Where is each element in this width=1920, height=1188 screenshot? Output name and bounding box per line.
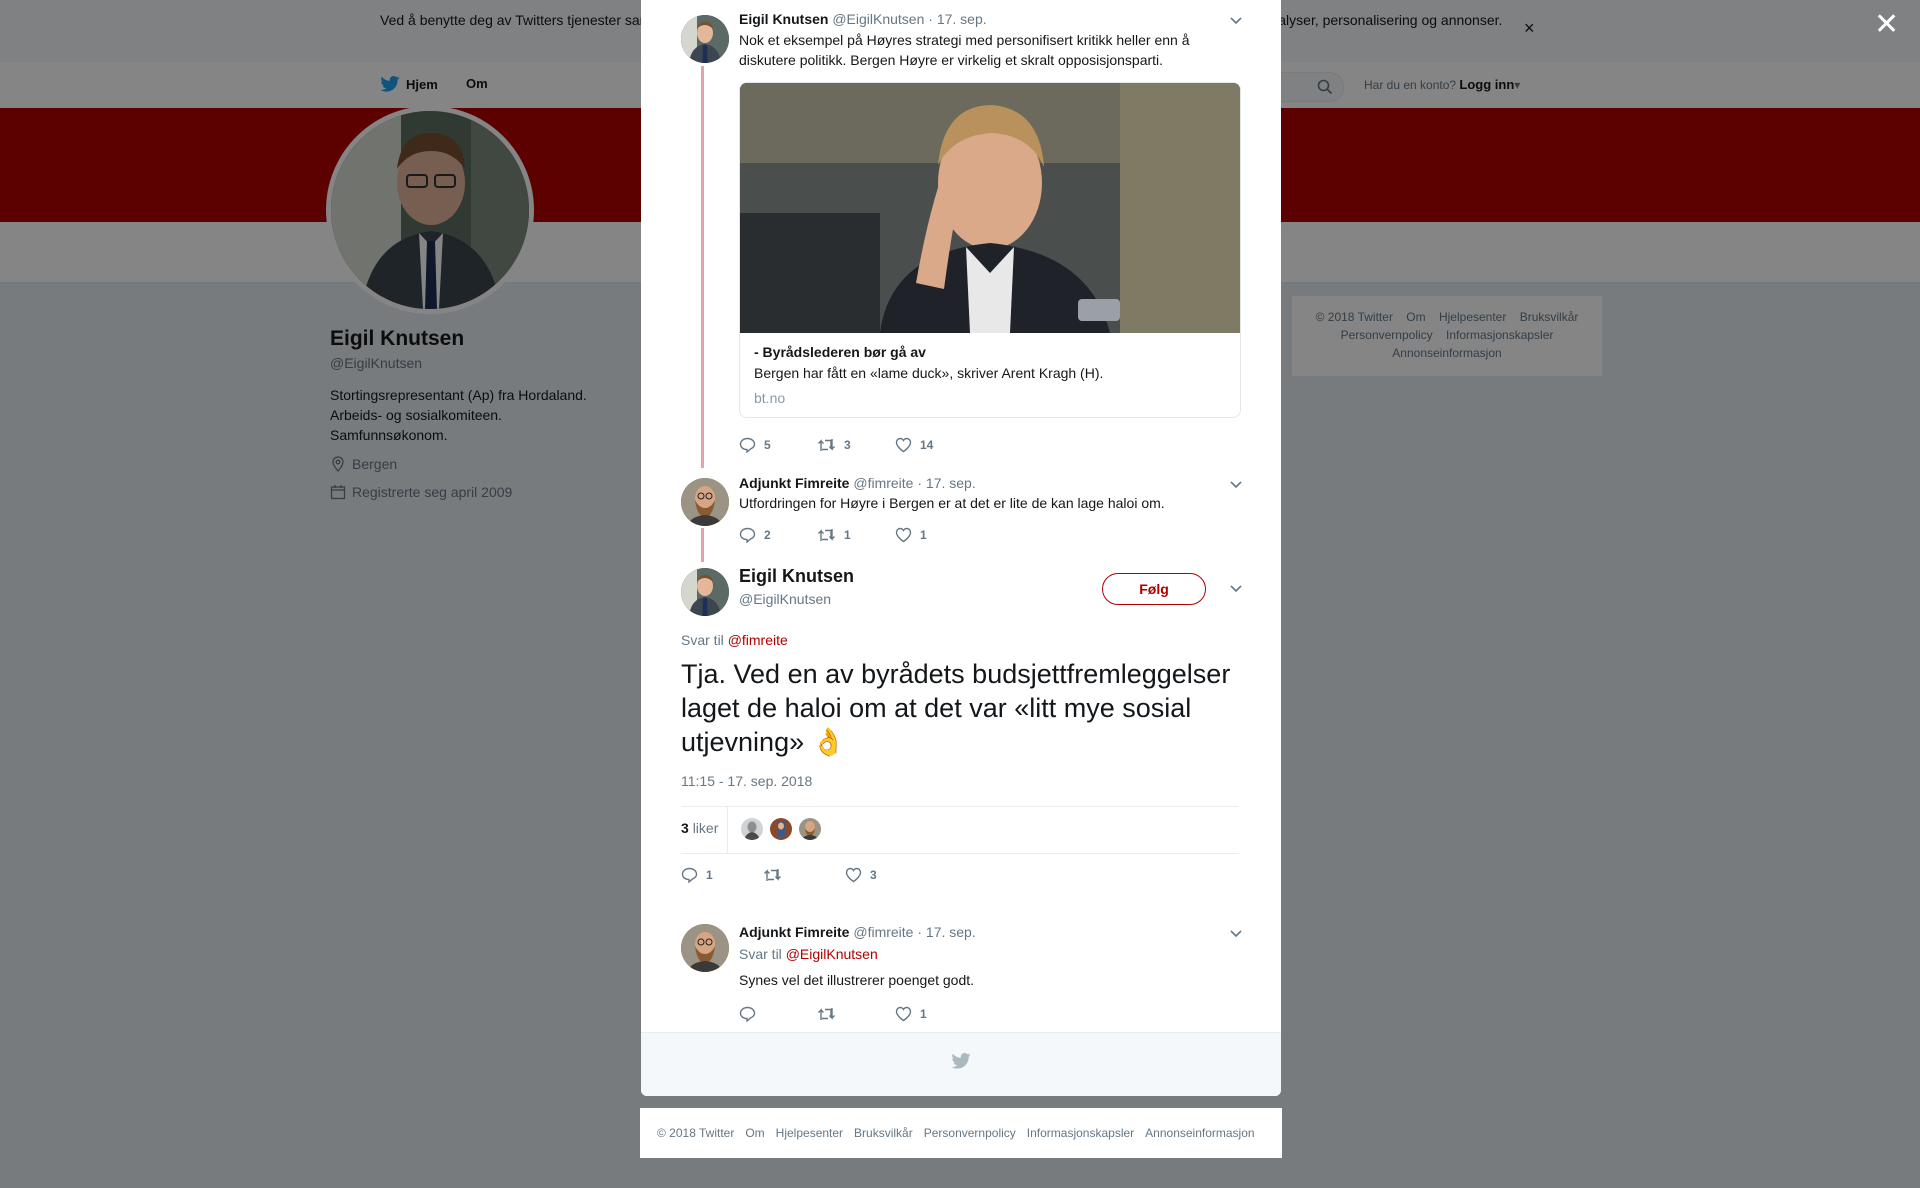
like-button[interactable]: 14: [895, 435, 973, 455]
heart-icon: [845, 867, 862, 883]
footer-link[interactable]: Annonseinformasjon: [1145, 1126, 1254, 1140]
footer-link[interactable]: Informasjonskapsler: [1027, 1126, 1134, 1140]
like-button[interactable]: 1: [895, 1004, 973, 1024]
chevron-down-icon[interactable]: [1229, 584, 1243, 594]
retweet-button[interactable]: [817, 1004, 895, 1024]
reply-count: 1: [706, 868, 713, 882]
tweet-header: Adjunkt Fimreite @fimreite · 17. sep.: [739, 924, 976, 940]
likes-number: 3: [681, 820, 689, 836]
liker-avatar[interactable]: [741, 818, 763, 840]
like-button[interactable]: 1: [895, 525, 973, 545]
reply-count: 5: [764, 438, 771, 452]
retweet-icon: [818, 439, 835, 451]
footer-link[interactable]: Hjelpesenter: [776, 1126, 843, 1140]
avatar[interactable]: [681, 568, 729, 616]
retweet-count: 1: [844, 528, 851, 542]
reply-icon: [739, 1006, 756, 1022]
retweet-button[interactable]: [763, 865, 845, 885]
avatar[interactable]: [681, 478, 729, 526]
avatar[interactable]: [681, 15, 729, 63]
retweet-button[interactable]: 1: [817, 525, 895, 545]
thread-line: [701, 528, 704, 562]
reply-icon: [681, 867, 698, 883]
footer-link[interactable]: Om: [745, 1126, 764, 1140]
reply-button[interactable]: 5: [739, 435, 817, 455]
tweet-header: Eigil Knutsen @EigilKnutsen · 17. sep.: [739, 11, 987, 27]
retweet-button[interactable]: 3: [817, 435, 895, 455]
reply-icon: [739, 527, 756, 543]
heart-icon: [895, 1006, 912, 1022]
main-tweet-text: Tja. Ved en av byrådets budsjettfremlegg…: [681, 659, 1231, 757]
tweet-actions: 2 1 1: [739, 525, 973, 545]
tweet-actions: 5 3 14: [739, 435, 973, 455]
reply-button[interactable]: 2: [739, 525, 817, 545]
tweet-text: Nok et eksempel på Høyres strategi med p…: [739, 32, 1190, 68]
tweet-text: Synes vel det illustrerer poenget godt.: [739, 972, 975, 988]
liker-avatar[interactable]: [799, 818, 821, 840]
like-button[interactable]: 3: [845, 865, 927, 885]
author-name[interactable]: Adjunkt Fimreite: [739, 475, 849, 491]
likes-label: liker: [692, 820, 719, 836]
card-description: Bergen har fått en «lame duck», skriver …: [754, 365, 1104, 381]
author-name[interactable]: Eigil Knutsen: [739, 11, 828, 27]
follow-button[interactable]: Følg: [1102, 573, 1206, 605]
retweet-icon: [818, 529, 835, 541]
author-handle[interactable]: @fimreite: [853, 924, 913, 940]
card-image: [740, 83, 1240, 333]
tweet-header: Adjunkt Fimreite @fimreite · 17. sep.: [739, 475, 976, 491]
tweet-actions: 1: [739, 1004, 973, 1024]
heart-icon: [895, 437, 912, 453]
footer-link[interactable]: © 2018 Twitter: [657, 1126, 734, 1140]
modal-footer: [641, 1032, 1281, 1096]
author-handle[interactable]: @fimreite: [853, 475, 913, 491]
retweet-icon: [764, 869, 781, 881]
main-author-handle[interactable]: @EigilKnutsen: [739, 591, 831, 607]
close-icon[interactable]: ✕: [1874, 10, 1899, 40]
reply-context: Svar til @fimreite: [681, 632, 788, 648]
chevron-down-icon[interactable]: [1229, 16, 1243, 26]
thread-line: [701, 66, 704, 468]
tweet-date[interactable]: · 17. sep.: [928, 11, 986, 27]
retweet-icon: [818, 1008, 835, 1020]
reply-handle-link[interactable]: @fimreite: [728, 632, 788, 648]
like-count: 14: [920, 438, 934, 452]
likes-summary: 3 liker: [681, 806, 1239, 854]
tweet-text: Utfordringen for Høyre i Bergen er at de…: [739, 495, 1165, 511]
card-domain: bt.no: [754, 390, 786, 406]
reply-button[interactable]: [739, 1004, 817, 1024]
reply-icon: [739, 437, 756, 453]
twitter-bird-icon: [951, 1053, 971, 1069]
tweet-date[interactable]: · 17. sep.: [917, 475, 975, 491]
retweet-count: 3: [844, 438, 851, 452]
like-count: 1: [920, 528, 927, 542]
tweet-date[interactable]: · 17. sep.: [917, 924, 975, 940]
reply-handle-link[interactable]: @EigilKnutsen: [786, 946, 878, 962]
bottom-footer: © 2018 Twitter Om Hjelpesenter Bruksvilk…: [640, 1108, 1282, 1158]
card-title: - Byrådslederen bør gå av: [754, 344, 926, 360]
liker-avatar[interactable]: [770, 818, 792, 840]
tweet-modal: Eigil Knutsen @EigilKnutsen · 17. sep. N…: [641, 0, 1281, 1096]
like-count: 1: [920, 1007, 927, 1021]
author-name[interactable]: Adjunkt Fimreite: [739, 924, 849, 940]
footer-link[interactable]: Personvernpolicy: [924, 1126, 1016, 1140]
author-handle[interactable]: @EigilKnutsen: [832, 11, 924, 27]
like-count: 3: [870, 868, 877, 882]
reply-prefix: Svar til: [681, 632, 724, 648]
chevron-down-icon[interactable]: [1229, 480, 1243, 490]
reply-prefix: Svar til: [739, 946, 782, 962]
chevron-down-icon[interactable]: [1229, 929, 1243, 939]
main-author-name[interactable]: Eigil Knutsen: [739, 566, 854, 587]
main-tweet-timestamp[interactable]: 11:15 - 17. sep. 2018: [681, 773, 812, 789]
footer-link[interactable]: Bruksvilkår: [854, 1126, 913, 1140]
likes-count[interactable]: 3 liker: [681, 820, 718, 836]
divider: [727, 807, 728, 853]
link-card[interactable]: - Byrådslederen bør gå av Bergen har fåt…: [739, 82, 1241, 418]
reply-button[interactable]: 1: [681, 865, 763, 885]
avatar[interactable]: [681, 924, 729, 972]
reply-count: 2: [764, 528, 771, 542]
heart-icon: [895, 527, 912, 543]
main-tweet-actions: 1 3: [681, 865, 927, 885]
reply-context: Svar til @EigilKnutsen: [739, 946, 878, 962]
